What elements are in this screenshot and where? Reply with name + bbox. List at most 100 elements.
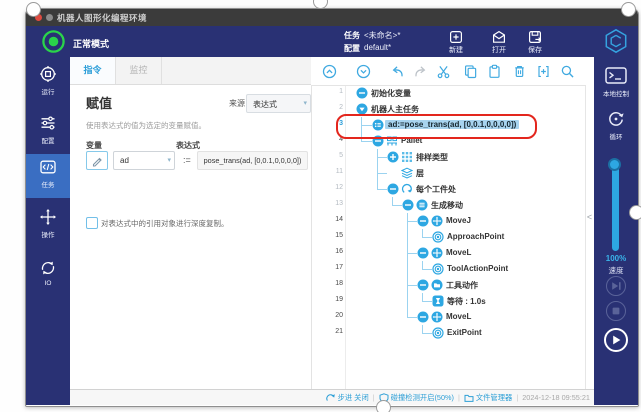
sidebar-item-config[interactable]: 配置: [26, 110, 70, 154]
tree-row[interactable]: 18 工具动作: [311, 277, 586, 293]
step-status[interactable]: 步进 关闭: [326, 393, 369, 403]
tree-row[interactable]: 1 初始化变量: [311, 85, 586, 101]
panel-collapse-handle[interactable]: <: [585, 212, 594, 222]
loop-mode-icon[interactable]: [607, 110, 625, 128]
tree-row[interactable]: 20 MoveL: [311, 309, 586, 325]
line-number: 19: [311, 296, 343, 303]
tab-monitor[interactable]: 监控: [116, 57, 162, 84]
sidebar-item-task[interactable]: 任务: [26, 154, 70, 198]
minimize-window-icon[interactable]: [46, 14, 53, 21]
crop-handle[interactable]: [376, 400, 391, 412]
run-icon: [39, 65, 57, 83]
point-icon: [432, 327, 444, 339]
collapse-toggle-icon[interactable]: [417, 247, 429, 259]
line-number: 4: [311, 136, 343, 143]
file-manager[interactable]: 文件管理器: [464, 393, 512, 403]
operate-icon: [39, 208, 57, 226]
stop-button[interactable]: [606, 301, 626, 321]
local-control-icon[interactable]: [605, 67, 627, 84]
new-file-icon: [448, 29, 464, 45]
instruction-panel: 指令 监控 赋值 来源 表达式 ▾ 使用表达式的值为选定的变量赋值。 变量 表达…: [70, 57, 311, 389]
line-number: 12: [311, 184, 343, 191]
cut-icon[interactable]: [436, 64, 451, 79]
undo-icon[interactable]: [390, 64, 405, 79]
expression-label: 表达式: [176, 140, 200, 151]
status-bar: 步进 关闭 | 碰撞检测开启(50%) | 文件管理器 | 2024-12-18…: [70, 389, 594, 405]
collapse-all-icon[interactable]: [322, 64, 337, 79]
expression-input[interactable]: pose_trans(ad, [0,0.1,0,0,0,0]): [197, 151, 308, 170]
paste-icon[interactable]: [487, 64, 502, 79]
move-icon: [431, 311, 443, 323]
collapse-toggle-icon[interactable]: [402, 199, 414, 211]
copy-icon[interactable]: [463, 64, 478, 79]
expand-all-icon[interactable]: [356, 64, 371, 79]
crop-handle[interactable]: [621, 2, 636, 17]
collapse-toggle-icon[interactable]: [417, 311, 429, 323]
source-dropdown[interactable]: 表达式 ▾: [246, 94, 311, 113]
play-button[interactable]: [604, 328, 628, 352]
step-status-label: 步进 关闭: [338, 393, 369, 403]
sidebar-item-run[interactable]: 运行: [26, 61, 70, 105]
deep-copy-checkbox-label: 对表达式中的引用对象进行深度复制。: [101, 218, 229, 229]
tree-row[interactable]: 14 MoveJ: [311, 213, 586, 229]
tree-row-label: 排样类型: [416, 152, 448, 163]
collapse-toggle-icon[interactable]: [417, 279, 429, 291]
app-header: 正常模式 任务 <未命名>* 配置 default* 新建 打开 保存: [26, 26, 638, 57]
config-value: default*: [364, 43, 391, 52]
tree-row[interactable]: 12 每个工件处: [311, 181, 586, 197]
tree-row[interactable]: 11 层: [311, 165, 586, 181]
tab-instruction[interactable]: 指令: [70, 57, 116, 84]
delete-icon[interactable]: [512, 64, 527, 79]
sidebar-item-config-label: 配置: [26, 135, 70, 145]
tree-row-label: 初始化变量: [371, 88, 411, 99]
sidebar-item-io[interactable]: IO: [26, 255, 70, 299]
crop-handle[interactable]: [26, 2, 41, 17]
variable-label: 变量: [86, 140, 102, 151]
save-task-button[interactable]: 保存: [518, 29, 552, 55]
tree-row[interactable]: 13 生成移动: [311, 197, 586, 213]
annotation-red-box: [336, 114, 537, 139]
deep-copy-checkbox[interactable]: [86, 217, 98, 229]
mode-label: 正常模式: [73, 37, 109, 50]
collapse-toggle-icon[interactable]: [417, 215, 429, 227]
expand-toggle-icon[interactable]: [387, 151, 399, 163]
tree-row[interactable]: 5 排样类型: [311, 149, 586, 165]
edit-variable-button[interactable]: [86, 151, 108, 170]
line-number: 14: [311, 216, 343, 223]
sidebar-item-operate[interactable]: 操作: [26, 204, 70, 248]
new-task-button[interactable]: 新建: [439, 29, 473, 55]
crop-handle[interactable]: [629, 205, 641, 220]
group-minus-icon[interactable]: [356, 87, 368, 99]
list-icon: [416, 199, 428, 211]
collision-status[interactable]: 碰撞检测开启(50%): [379, 393, 454, 403]
line-number: 21: [311, 328, 343, 335]
redo-icon[interactable]: [413, 64, 428, 79]
tree-row[interactable]: 19 等待 : 1.0s: [311, 293, 586, 309]
io-icon: [39, 259, 57, 277]
tree-row[interactable]: 21 ExitPoint: [311, 325, 586, 341]
collision-status-label: 碰撞检测开启(50%): [391, 393, 454, 403]
variable-dropdown[interactable]: ad ▾: [113, 151, 175, 170]
tree-row-label: 每个工件处: [416, 184, 456, 195]
open-task-button[interactable]: 打开: [482, 29, 516, 55]
window-title: 机器人图形化编程环境: [57, 12, 147, 24]
tree-row[interactable]: 17 ToolActionPoint: [311, 261, 586, 277]
save-file-icon: [527, 29, 543, 45]
collapse-toggle-icon[interactable]: [387, 183, 399, 195]
tree-row-label: MoveJ: [446, 216, 471, 225]
speed-slider-track[interactable]: [612, 159, 619, 251]
file-manager-icon: [464, 393, 474, 403]
mode-status-icon: [41, 29, 66, 54]
brand-cube-logo: [603, 28, 629, 54]
move-icon: [431, 215, 443, 227]
sidebar-item-run-label: 运行: [26, 86, 70, 96]
tree-row-label: MoveL: [446, 312, 471, 321]
tree-row[interactable]: 15 ApproachPoint: [311, 229, 586, 245]
search-icon[interactable]: [560, 64, 575, 79]
speed-slider-knob[interactable]: [608, 158, 621, 171]
step-button[interactable]: [606, 276, 626, 296]
separator: |: [458, 393, 460, 402]
tree-row[interactable]: 16 MoveL: [311, 245, 586, 261]
tree-row-label: MoveL: [446, 248, 471, 257]
insert-icon[interactable]: [536, 64, 551, 79]
